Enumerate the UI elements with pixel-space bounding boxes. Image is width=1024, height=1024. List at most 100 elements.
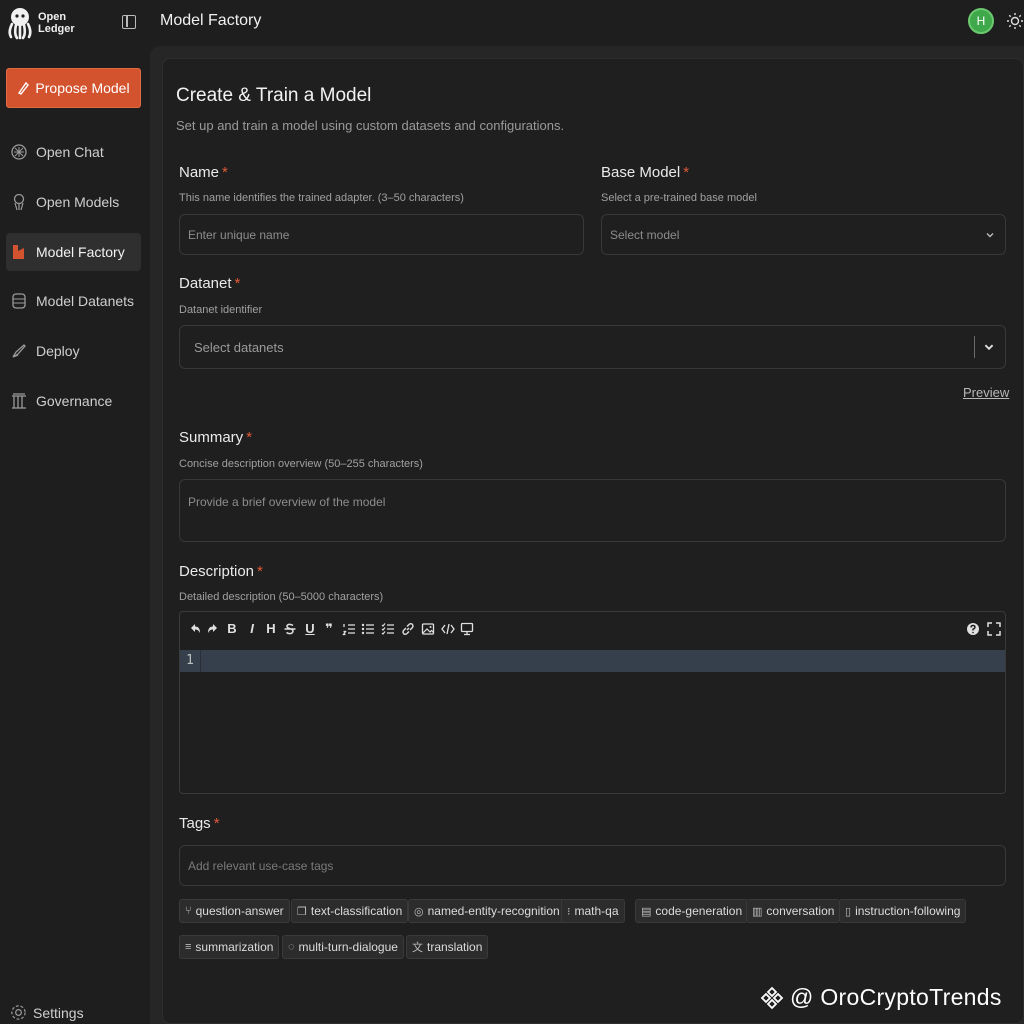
lines-icon: ≡ [185, 941, 192, 953]
pen-icon [18, 81, 30, 95]
tag-math-qa[interactable]: ⁝ math-qa [561, 899, 625, 923]
tag-conversation[interactable]: ▥ conversation [746, 899, 841, 923]
tag-text-classification[interactable]: ❐ text-classification [291, 899, 409, 923]
markdown-editor[interactable]: B I H U ❞ 1 [179, 611, 1006, 794]
description-label: Description * [179, 563, 263, 580]
required-asterisk: * [257, 563, 263, 580]
copy-icon: ❐ [297, 905, 307, 918]
description-label-text: Description [179, 563, 255, 580]
preview-link[interactable]: Preview [963, 385, 1009, 400]
tag-summarization[interactable]: ≡ summarization [179, 935, 280, 959]
fullscreen-icon[interactable] [987, 622, 1001, 636]
factory-icon [10, 243, 28, 261]
form-title: Create & Train a Model [176, 85, 372, 106]
underline-icon[interactable]: U [303, 622, 317, 636]
tag-label: math-qa [574, 904, 619, 918]
tag-named-entity-recognition[interactable]: ◎ named-entity-recognition [408, 899, 566, 923]
datanet-label: Datanet * [179, 275, 240, 292]
image-icon[interactable] [421, 622, 435, 636]
code-icon[interactable] [441, 622, 455, 636]
help-icon[interactable] [966, 622, 980, 636]
branch-icon: ⑂ [185, 905, 192, 917]
datanet-select[interactable]: Select datanets [179, 325, 1006, 369]
sidebar-item-label: Open Chat [36, 144, 104, 160]
required-asterisk: * [683, 164, 690, 181]
logo-text: Open Ledger [38, 11, 75, 35]
sidebar-item-open-chat[interactable]: Open Chat [6, 133, 141, 171]
settings-label: Settings [33, 1004, 84, 1021]
summary-textarea[interactable]: Provide a brief overview of the model [179, 479, 1006, 542]
preview-screen-icon[interactable] [460, 622, 474, 636]
watermark-text: @ OroCryptoTrends [790, 984, 1002, 1010]
bold-icon[interactable]: B [225, 622, 239, 636]
avatar[interactable]: H [968, 8, 994, 34]
undo-icon[interactable] [188, 622, 202, 636]
sidebar-item-label: Model Factory [36, 244, 125, 260]
tags-input[interactable]: Add relevant use-case tags [179, 845, 1006, 886]
datanets-icon [10, 292, 28, 310]
tag-label: summarization [195, 940, 274, 954]
sun-icon[interactable] [1006, 12, 1024, 30]
sidebar-item-label: Deploy [36, 343, 80, 359]
tag-label: code-generation [655, 904, 743, 918]
sidebar-item-model-datanets[interactable]: Model Datanets [6, 282, 141, 320]
tag-instruction-following[interactable]: ▯ instruction-following [839, 899, 967, 923]
tag-question-answer[interactable]: ⑂ question-answer [179, 899, 290, 923]
sidebar-toggle-icon[interactable] [122, 15, 136, 29]
octopus-logo-icon [8, 8, 32, 40]
checklist-icon[interactable] [381, 622, 395, 636]
main-panel: Create & Train a Model Set up and train … [150, 46, 1024, 1024]
propose-model-button[interactable]: Propose Model [6, 68, 141, 108]
summary-label-text: Summary [179, 429, 244, 446]
tags-placeholder: Add relevant use-case tags [188, 858, 334, 873]
unordered-list-icon[interactable] [361, 622, 375, 636]
base-model-label-text: Base Model [601, 164, 681, 181]
chevron-down-icon [986, 232, 994, 237]
name-input[interactable]: Enter unique name [179, 214, 584, 255]
create-model-card: Create & Train a Model Set up and train … [162, 58, 1024, 1024]
datanet-placeholder: Select datanets [194, 339, 284, 355]
required-asterisk: * [246, 429, 253, 446]
chevron-down-icon[interactable] [983, 341, 995, 353]
tag-label: named-entity-recognition [427, 904, 560, 918]
governance-icon [10, 392, 28, 410]
form-subtitle: Set up and train a model using custom da… [176, 118, 565, 133]
italic-icon[interactable]: I [245, 622, 259, 636]
heading-icon[interactable]: H [264, 622, 278, 636]
logo[interactable]: Open Ledger [6, 6, 75, 40]
tag-label: text-classification [310, 904, 403, 918]
translate-icon: 文 [412, 942, 423, 954]
editor-line[interactable]: 1 [180, 650, 1005, 672]
sidebar-item-model-factory[interactable]: Model Factory [6, 233, 141, 271]
ordered-list-icon[interactable] [342, 622, 356, 636]
select-divider [974, 336, 975, 358]
clipboard-icon: ▯ [845, 905, 852, 918]
sidebar-item-settings[interactable]: Settings [10, 1004, 84, 1021]
tag-label: translation [427, 940, 483, 954]
math-icon: ⁝ [567, 905, 571, 918]
dialogue-icon: ◌ [288, 941, 295, 953]
tag-code-generation[interactable]: ▤ code-generation [635, 899, 749, 923]
sidebar-item-deploy[interactable]: Deploy [6, 332, 141, 370]
redo-icon[interactable] [206, 622, 220, 636]
quote-icon[interactable]: ❞ [322, 622, 336, 636]
sidebar-item-open-models[interactable]: Open Models [6, 183, 141, 221]
logo-line-2: Ledger [38, 23, 75, 35]
strikethrough-icon[interactable] [283, 622, 297, 636]
sidebar-item-label: Governance [36, 393, 113, 409]
editor-gutter [200, 650, 201, 672]
tag-label: instruction-following [855, 904, 961, 918]
sidebar-item-governance[interactable]: Governance [6, 382, 141, 420]
tag-translation[interactable]: 文 translation [406, 935, 489, 959]
binance-diamond-icon [760, 986, 784, 1009]
avatar-initial: H [976, 14, 986, 28]
chat-icon [10, 143, 28, 161]
tag-label: question-answer [195, 904, 284, 918]
summary-hint: Concise description overview (50–255 cha… [179, 458, 423, 470]
tag-multi-turn-dialogue[interactable]: ◌ multi-turn-dialogue [282, 935, 404, 959]
base-model-hint: Select a pre-trained base model [601, 192, 757, 204]
line-number: 1 [186, 653, 194, 668]
link-icon[interactable] [401, 622, 415, 636]
base-model-label: Base Model * [601, 164, 689, 181]
base-model-select[interactable]: Select model [601, 214, 1006, 255]
